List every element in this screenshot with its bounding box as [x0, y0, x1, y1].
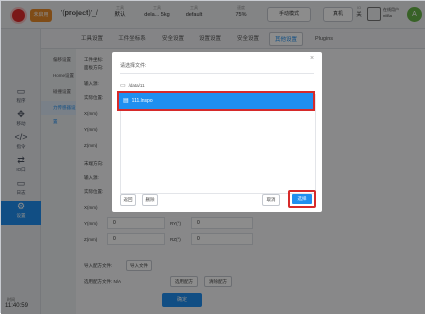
directory-path: /data/11: [128, 83, 145, 88]
select-button[interactable]: 选择: [292, 194, 312, 204]
app-window: 未启用 '(𝐩𝐫𝐨𝐣𝐞𝐜𝐭)'_/ 工具 默认 工具 dela... 5kg 工…: [0, 0, 425, 314]
close-icon[interactable]: ×: [310, 55, 314, 62]
dialog-divider: [120, 73, 314, 74]
file-name: 111.lnspo: [131, 98, 153, 104]
cancel-button[interactable]: 取消: [262, 194, 280, 206]
select-button-highlight: 选择: [288, 190, 316, 208]
folder-icon: ▭: [120, 83, 126, 89]
delete-button[interactable]: 删除: [142, 194, 158, 206]
file-select-dialog: 请选择文件: × ▭/data/11 ▤ 111.lnspo 返回 删除 取消 选…: [112, 52, 322, 212]
back-button[interactable]: 返回: [120, 194, 136, 206]
file-item-selected[interactable]: ▤ 111.lnspo: [117, 91, 315, 111]
directory-row[interactable]: ▭/data/11: [120, 82, 145, 89]
dialog-title: 请选择文件:: [120, 63, 147, 69]
file-icon: ▤: [123, 98, 129, 104]
